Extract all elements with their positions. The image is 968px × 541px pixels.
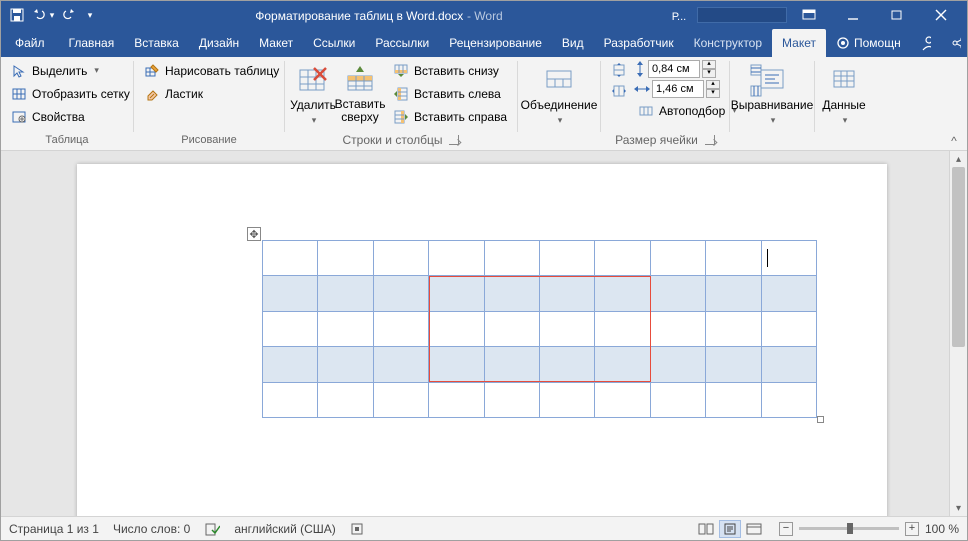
tab-table-design[interactable]: Конструктор (684, 29, 772, 57)
distribute-cols-button[interactable] (607, 81, 631, 101)
insert-below-button[interactable]: Вставить снизу (389, 60, 511, 81)
width-down[interactable]: ▾ (706, 89, 720, 98)
width-up[interactable]: ▴ (706, 80, 720, 89)
qat-customize-button[interactable]: ▾ (83, 3, 97, 27)
table-resize-handle[interactable] (817, 416, 824, 423)
tell-me-button[interactable]: Помощн (826, 29, 911, 57)
minimize-button[interactable] (831, 1, 875, 29)
delete-table-icon (297, 63, 329, 95)
col-width-input[interactable] (652, 80, 704, 98)
group-label-rowscols: Строки и столбцы (291, 132, 511, 148)
alignment-button[interactable]: Выравнивание▾ (736, 60, 808, 129)
maximize-button[interactable] (875, 1, 919, 29)
tab-design[interactable]: Дизайн (189, 29, 249, 57)
view-web-button[interactable] (743, 520, 765, 538)
view-gridlines-button[interactable]: Отобразить сетку (7, 83, 134, 104)
grid-icon (11, 86, 27, 102)
zoom-in-button[interactable]: + (905, 522, 919, 536)
spellcheck-button[interactable] (204, 522, 220, 536)
cursor-icon (11, 63, 27, 79)
view-read-button[interactable] (695, 520, 717, 538)
insert-right-button[interactable]: Вставить справа (389, 106, 511, 127)
context-tab-group-label: Р... (661, 8, 697, 23)
tab-developer[interactable]: Разработчик (594, 29, 684, 57)
merge-button[interactable]: Объединение▾ (524, 60, 594, 129)
status-wordcount[interactable]: Число слов: 0 (113, 522, 190, 536)
tab-home[interactable]: Главная (59, 29, 125, 57)
draw-table-button[interactable]: Нарисовать таблицу (140, 60, 283, 81)
table-move-handle[interactable]: ✥ (247, 227, 261, 241)
height-down[interactable]: ▾ (702, 69, 716, 78)
group-label-draw: Рисование (140, 132, 278, 148)
tab-view[interactable]: Вид (552, 29, 594, 57)
zoom-out-button[interactable]: − (779, 522, 793, 536)
view-print-button[interactable] (719, 520, 741, 538)
cellsize-dialog-launcher[interactable] (705, 135, 715, 145)
rowscols-dialog-launcher[interactable] (449, 135, 459, 145)
eraser-icon (144, 86, 160, 102)
macro-record-button[interactable] (350, 522, 364, 536)
insert-above-button[interactable]: Вставить сверху (335, 60, 385, 127)
tab-mailings[interactable]: Рассылки (365, 29, 439, 57)
qat-save-button[interactable] (5, 3, 29, 27)
insert-below-icon (393, 63, 409, 79)
dist-cols-icon (611, 83, 627, 99)
dist-rows-icon (611, 62, 627, 78)
group-label-table: Таблица (7, 132, 127, 148)
vertical-scrollbar[interactable]: ▴ ▾ (949, 151, 967, 516)
window-title: Форматирование таблиц в Word.docx - Word (97, 8, 661, 23)
document-table[interactable] (262, 240, 817, 418)
page[interactable]: ✥ (77, 164, 887, 516)
tab-references[interactable]: Ссылки (303, 29, 365, 57)
height-up[interactable]: ▴ (702, 60, 716, 69)
insert-above-icon (344, 63, 376, 95)
account-button[interactable] (911, 29, 941, 57)
context-tab-group-box (697, 7, 787, 23)
ribbon-display-options-button[interactable] (787, 1, 831, 29)
qat-redo-button[interactable] (57, 3, 81, 27)
eraser-button[interactable]: Ластик (140, 83, 283, 104)
row-height-input[interactable] (648, 60, 700, 78)
tab-file[interactable]: Файл (1, 29, 59, 57)
insert-left-button[interactable]: Вставить слева (389, 83, 511, 104)
status-language[interactable]: английский (США) (234, 522, 335, 536)
tab-layout[interactable]: Макет (249, 29, 303, 57)
tab-table-layout[interactable]: Макет (772, 29, 826, 57)
height-icon (634, 61, 646, 77)
insert-right-icon (393, 109, 409, 125)
autofit-button[interactable]: Автоподбор▾ (634, 100, 741, 121)
insert-left-icon (393, 86, 409, 102)
delete-button[interactable]: Удалить▾ (291, 60, 335, 129)
data-icon (828, 63, 860, 95)
document-area[interactable]: ✥ (1, 151, 949, 516)
width-icon (634, 83, 650, 95)
autofit-icon (638, 103, 654, 119)
scroll-thumb[interactable] (952, 167, 965, 347)
alignment-icon (756, 63, 788, 95)
status-page[interactable]: Страница 1 из 1 (9, 522, 99, 536)
scroll-up-button[interactable]: ▴ (950, 151, 967, 167)
select-button[interactable]: Выделить▾ (7, 60, 134, 81)
distribute-rows-button[interactable] (607, 60, 631, 80)
group-label-cellsize: Размер ячейки (607, 132, 723, 148)
tab-review[interactable]: Рецензирование (439, 29, 552, 57)
collapse-ribbon-button[interactable]: ^ (945, 134, 963, 148)
tab-insert[interactable]: Вставка (124, 29, 189, 57)
zoom-level[interactable]: 100 % (925, 522, 959, 536)
properties-button[interactable]: Свойства (7, 106, 134, 127)
row-height-field[interactable]: ▴▾ (634, 60, 741, 78)
properties-icon (11, 109, 27, 125)
data-button[interactable]: Данные▾ (821, 60, 867, 129)
col-width-field[interactable]: ▴▾ (634, 80, 741, 98)
qat-undo-button[interactable]: ▾ (31, 3, 55, 27)
share-button[interactable] (941, 29, 968, 57)
scroll-down-button[interactable]: ▾ (950, 500, 967, 516)
pencil-table-icon (144, 63, 160, 79)
close-button[interactable] (919, 1, 963, 29)
merge-icon (543, 63, 575, 95)
zoom-slider[interactable] (799, 527, 899, 530)
